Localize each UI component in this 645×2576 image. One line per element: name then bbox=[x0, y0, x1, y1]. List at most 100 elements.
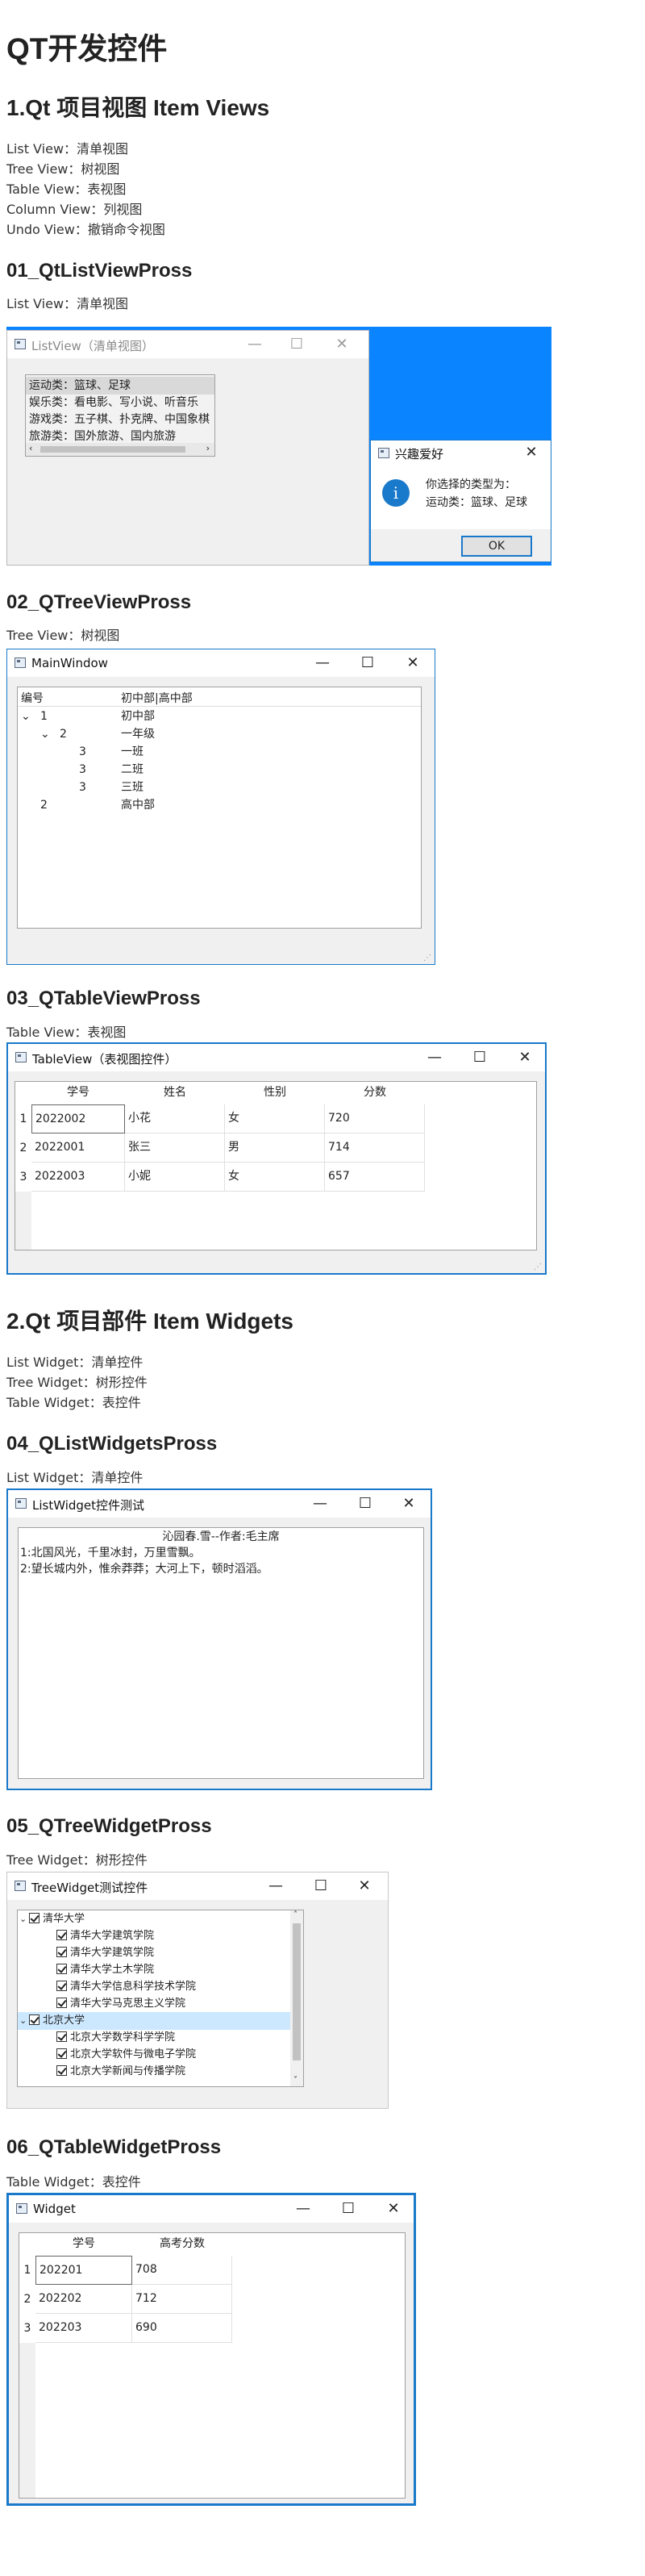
column-header[interactable]: 初中部|高中部 bbox=[121, 690, 193, 706]
table-cell[interactable]: 690 bbox=[132, 2314, 232, 2343]
maximize-button[interactable]: ☐ bbox=[302, 1876, 339, 1897]
column-header[interactable]: 性别 bbox=[225, 1082, 325, 1103]
checkbox[interactable] bbox=[29, 1913, 40, 1923]
minimize-button[interactable]: — bbox=[304, 653, 341, 674]
section2-line: Table Widget：表控件 bbox=[6, 1395, 141, 1410]
column-header[interactable]: 学号 bbox=[35, 2233, 132, 2254]
minimize-button[interactable]: — bbox=[285, 2198, 322, 2219]
table-widget[interactable]: 学号 高考分数 1 202201 708 2 202202 712 3 2022… bbox=[19, 2232, 406, 2499]
minimize-button[interactable]: — bbox=[257, 1876, 294, 1897]
table-cell[interactable]: 2022003 bbox=[31, 1163, 125, 1192]
table-cell[interactable]: 女 bbox=[225, 1163, 325, 1192]
title-bar: MainWindow — ☐ ✕ bbox=[7, 649, 435, 677]
list-item[interactable]: 2:望长城内外，惟余莽莽；大河上下，顿时滔滔。 bbox=[19, 1560, 423, 1578]
tree-item[interactable]: 清华大学马克思主义学院 bbox=[56, 1995, 303, 2013]
table-cell[interactable]: 2022001 bbox=[31, 1134, 125, 1163]
table-cell[interactable]: 657 bbox=[325, 1163, 425, 1192]
tree-label: 北京大学数学科学学院 bbox=[70, 2031, 176, 2044]
tree-item[interactable]: 清华大学建筑学院 bbox=[56, 1944, 303, 1962]
list-item[interactable]: 沁园春.雪--作者:毛主席 bbox=[19, 1528, 423, 1546]
close-button[interactable]: ✕ bbox=[323, 334, 360, 355]
collapse-icon[interactable]: ⌄ bbox=[40, 725, 50, 743]
tree-item[interactable]: 清华大学土木学院 bbox=[56, 1961, 303, 1979]
collapse-icon[interactable]: ⌄ bbox=[21, 708, 31, 725]
maximize-button[interactable]: ☐ bbox=[347, 1493, 384, 1514]
ok-button[interactable]: OK bbox=[461, 536, 532, 557]
minimize-button[interactable]: — bbox=[416, 1047, 453, 1068]
maximize-button[interactable]: ☐ bbox=[461, 1047, 498, 1068]
column-header[interactable]: 高考分数 bbox=[132, 2233, 232, 2254]
table-cell[interactable]: 小花 bbox=[125, 1104, 225, 1134]
close-button[interactable]: ✕ bbox=[394, 653, 431, 674]
table-cell[interactable]: 女 bbox=[225, 1104, 325, 1134]
checkbox[interactable] bbox=[56, 2065, 67, 2076]
collapse-icon[interactable]: ⌄ bbox=[19, 1910, 29, 1928]
list-item[interactable]: 1:北国风光，千里冰封，万里雪飘。 bbox=[19, 1544, 423, 1562]
checkbox[interactable] bbox=[56, 1998, 67, 2008]
scroll-left-icon[interactable]: ‹ bbox=[29, 443, 32, 453]
table-view[interactable]: 学号 姓名 性别 分数 1 2022002 小花 女 720 2 2022001… bbox=[15, 1081, 537, 1250]
checkbox[interactable] bbox=[56, 1981, 67, 1991]
list-item[interactable]: 游戏类：五子棋、扑克牌、中国象棋 bbox=[26, 411, 214, 428]
tree-item[interactable]: 北京大学数学科学学院 bbox=[56, 2029, 303, 2047]
app-icon bbox=[15, 339, 26, 349]
maximize-button[interactable]: ☐ bbox=[330, 2198, 367, 2219]
table-cell[interactable]: 708 bbox=[132, 2256, 232, 2285]
tree-widget[interactable]: ⌄ 清华大学 清华大学建筑学院 清华大学建筑学院 清华大学土木学院 清华大学信息科… bbox=[17, 1910, 304, 2087]
close-button[interactable]: ✕ bbox=[346, 1876, 383, 1897]
close-button[interactable]: ✕ bbox=[390, 1493, 427, 1514]
maximize-button[interactable]: ☐ bbox=[278, 334, 315, 355]
scroll-thumb[interactable] bbox=[40, 446, 185, 453]
table-cell[interactable]: 202202 bbox=[35, 2285, 132, 2314]
mainwindow-window: MainWindow — ☐ ✕ 编号 初中部|高中部 ⌄ 1 初中部 ⌄ 2 … bbox=[6, 649, 435, 965]
checkbox[interactable] bbox=[56, 1930, 67, 1940]
table-cell[interactable]: 男 bbox=[225, 1134, 325, 1163]
table-cell[interactable]: 720 bbox=[325, 1104, 425, 1134]
table-cell[interactable]: 2022002 bbox=[31, 1104, 125, 1134]
tree-item-root[interactable]: ⌄ 北京大学 bbox=[18, 2012, 290, 2030]
checkbox[interactable] bbox=[56, 2031, 67, 2042]
list-view[interactable]: 运动类：篮球、足球 娱乐类：看电影、写小说、听音乐 游戏类：五子棋、扑克牌、中国… bbox=[25, 374, 215, 457]
collapse-icon[interactable]: ⌄ bbox=[19, 2012, 29, 2030]
tree-view[interactable]: 编号 初中部|高中部 ⌄ 1 初中部 ⌄ 2 一年级 3 一班 3 二班 3 三… bbox=[17, 687, 422, 929]
table-cell[interactable]: 张三 bbox=[125, 1134, 225, 1163]
minimize-button[interactable]: — bbox=[236, 334, 273, 355]
scroll-right-icon[interactable]: › bbox=[206, 443, 210, 453]
column-header[interactable]: 姓名 bbox=[125, 1082, 225, 1103]
resize-grip-icon[interactable]: ⋰ bbox=[534, 1263, 542, 1271]
list-widget[interactable]: 沁园春.雪--作者:毛主席 1:北国风光，千里冰封，万里雪飘。 2:望长城内外，… bbox=[18, 1527, 424, 1779]
close-button[interactable]: ✕ bbox=[506, 1047, 543, 1068]
table-cell[interactable]: 202203 bbox=[35, 2314, 132, 2343]
column-header[interactable]: 分数 bbox=[325, 1082, 425, 1103]
close-button[interactable]: ✕ bbox=[375, 2198, 412, 2219]
tree-item[interactable]: 清华大学信息科学技术学院 bbox=[56, 1978, 303, 1996]
checkbox[interactable] bbox=[56, 1964, 67, 1974]
vertical-scrollbar[interactable]: ˄ ˅ bbox=[290, 1910, 303, 2086]
checkbox[interactable] bbox=[56, 1947, 67, 1957]
dialog-close-button[interactable]: ✕ bbox=[513, 442, 550, 463]
tree-item-root[interactable]: ⌄ 清华大学 bbox=[19, 1910, 303, 1928]
checkbox[interactable] bbox=[56, 2048, 67, 2059]
minimize-button[interactable]: — bbox=[302, 1493, 339, 1514]
tree-label: 北京大学软件与微电子学院 bbox=[70, 2048, 197, 2060]
checkbox[interactable] bbox=[29, 2014, 40, 2025]
column-header[interactable]: 编号 bbox=[21, 690, 44, 706]
table-cell[interactable]: 712 bbox=[132, 2285, 232, 2314]
maximize-button[interactable]: ☐ bbox=[349, 653, 386, 674]
scroll-up-icon[interactable]: ˄ bbox=[293, 1910, 298, 1919]
column-header[interactable]: 学号 bbox=[31, 1082, 125, 1103]
list-item[interactable]: 运动类：篮球、足球 bbox=[26, 377, 214, 395]
s02-desc: Tree View：树视图 bbox=[6, 628, 120, 643]
resize-grip-icon[interactable]: ⋰ bbox=[423, 954, 431, 962]
tree-item[interactable]: 北京大学新闻与传播学院 bbox=[56, 2063, 303, 2081]
list-item[interactable]: 娱乐类：看电影、写小说、听音乐 bbox=[26, 394, 214, 411]
s02-heading: 02_QTreeViewPross bbox=[6, 591, 192, 613]
table-cell[interactable]: 小妮 bbox=[125, 1163, 225, 1192]
table-cell[interactable]: 202201 bbox=[35, 2256, 132, 2285]
tree-item[interactable]: 北京大学软件与微电子学院 bbox=[56, 2046, 303, 2064]
scroll-thumb[interactable] bbox=[293, 1923, 301, 2060]
horizontal-scrollbar[interactable]: ‹ › bbox=[26, 443, 214, 456]
scroll-down-icon[interactable]: ˅ bbox=[293, 2076, 298, 2085]
table-cell[interactable]: 714 bbox=[325, 1134, 425, 1163]
tree-item[interactable]: 清华大学建筑学院 bbox=[56, 1927, 303, 1945]
